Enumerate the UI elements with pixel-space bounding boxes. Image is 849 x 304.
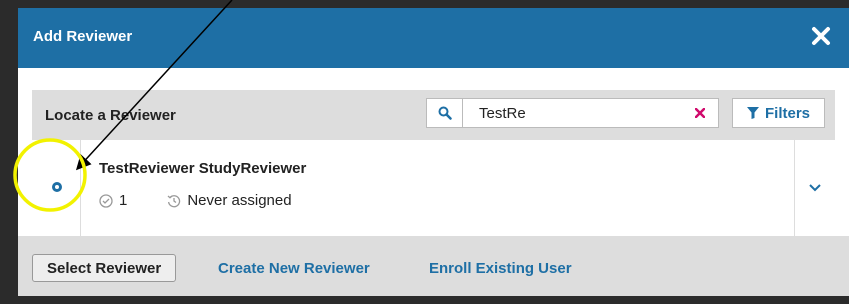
- enroll-existing-user-link[interactable]: Enroll Existing User: [429, 260, 572, 277]
- locate-reviewer-panel: Locate a Reviewer TestRe Filters TestRev…: [32, 90, 835, 236]
- search-group: [426, 98, 719, 128]
- modal-body: Locate a Reviewer TestRe Filters TestRev…: [18, 68, 849, 236]
- reviewer-meta: 1 Never assigned: [99, 192, 292, 209]
- add-reviewer-modal: Add Reviewer Locate a Reviewer TestRe Fi…: [18, 8, 849, 296]
- review-count-value: 1: [119, 192, 128, 209]
- panel-title: Locate a Reviewer: [45, 107, 176, 124]
- assignment-status-text: Never assigned: [187, 192, 292, 209]
- close-icon: [812, 27, 830, 45]
- review-count: 1: [99, 192, 127, 209]
- modal-footer: Select Reviewer Create New Reviewer Enro…: [18, 236, 849, 296]
- radio-icon[interactable]: [52, 182, 62, 192]
- assignment-status: Never assigned: [167, 192, 292, 209]
- reviewer-select-cell[interactable]: [32, 140, 81, 236]
- modal-title: Add Reviewer: [33, 28, 133, 45]
- check-circle-icon: [99, 193, 113, 208]
- reviewer-row[interactable]: TestReviewer StudyReviewer 1 Never assig…: [32, 140, 835, 236]
- close-button[interactable]: [807, 22, 835, 50]
- filters-button[interactable]: Filters: [732, 98, 825, 128]
- panel-header: Locate a Reviewer TestRe Filters: [32, 90, 835, 140]
- search-input[interactable]: [479, 99, 679, 127]
- history-icon: [167, 194, 181, 207]
- filters-label: Filters: [764, 104, 810, 122]
- expand-row-button[interactable]: [794, 140, 835, 236]
- search-field: [463, 98, 719, 128]
- clear-icon: [695, 108, 705, 118]
- filter-icon: [746, 107, 759, 119]
- reviewer-name: TestReviewer StudyReviewer: [99, 160, 307, 177]
- chevron-down-icon: [809, 184, 821, 192]
- create-new-reviewer-link[interactable]: Create New Reviewer: [218, 260, 370, 277]
- search-button[interactable]: [426, 98, 463, 128]
- clear-search-button[interactable]: [692, 105, 708, 121]
- modal-header: Add Reviewer: [18, 8, 849, 68]
- select-reviewer-button[interactable]: Select Reviewer: [32, 254, 177, 282]
- search-icon: [438, 106, 452, 120]
